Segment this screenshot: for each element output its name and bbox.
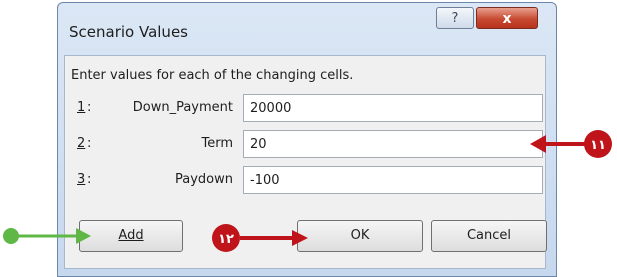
close-icon: x: [502, 11, 512, 27]
close-button[interactable]: x: [476, 7, 538, 29]
row-number-2: 2: [77, 136, 86, 151]
term-label: Term: [201, 136, 233, 151]
add-button[interactable]: Add: [79, 220, 183, 252]
row-number-3: 3: [77, 172, 86, 187]
dialog-title: Scenario Values: [69, 23, 188, 41]
callout-12-label: ١٢: [218, 232, 234, 247]
cancel-button-label: Cancel: [466, 228, 512, 243]
down-payment-input[interactable]: [243, 94, 543, 122]
callout-11-arrow: ١١: [530, 130, 612, 158]
callout-12-arrow: ١٢: [212, 224, 308, 252]
green-arrowhead-icon: [76, 228, 91, 244]
row-colon-1: :: [87, 100, 92, 115]
row-colon-3: :: [87, 172, 92, 187]
help-button[interactable]: ?: [436, 7, 474, 29]
ok-button-label: OK: [350, 228, 370, 243]
term-input[interactable]: [243, 130, 543, 158]
help-icon: ?: [451, 11, 459, 26]
ok-button[interactable]: OK: [297, 220, 423, 252]
row-number-1: 1: [77, 100, 86, 115]
paydown-label: Paydown: [175, 172, 233, 187]
down-payment-label: Down_Payment: [132, 100, 233, 115]
callout-11-label: ١١: [590, 138, 606, 153]
red-arrowhead-icon-11: [530, 135, 546, 153]
instructions-text: Enter values for each of the changing ce…: [71, 68, 354, 83]
red-arrowhead-icon-12: [292, 230, 308, 246]
dialog-titlebar[interactable]: Scenario Values ? x: [58, 3, 556, 45]
paydown-input[interactable]: [243, 166, 543, 194]
add-button-label: Add: [118, 228, 144, 243]
green-pointer-arrow: [3, 228, 91, 244]
row-colon-2: :: [87, 136, 92, 151]
cancel-button[interactable]: Cancel: [431, 220, 547, 252]
